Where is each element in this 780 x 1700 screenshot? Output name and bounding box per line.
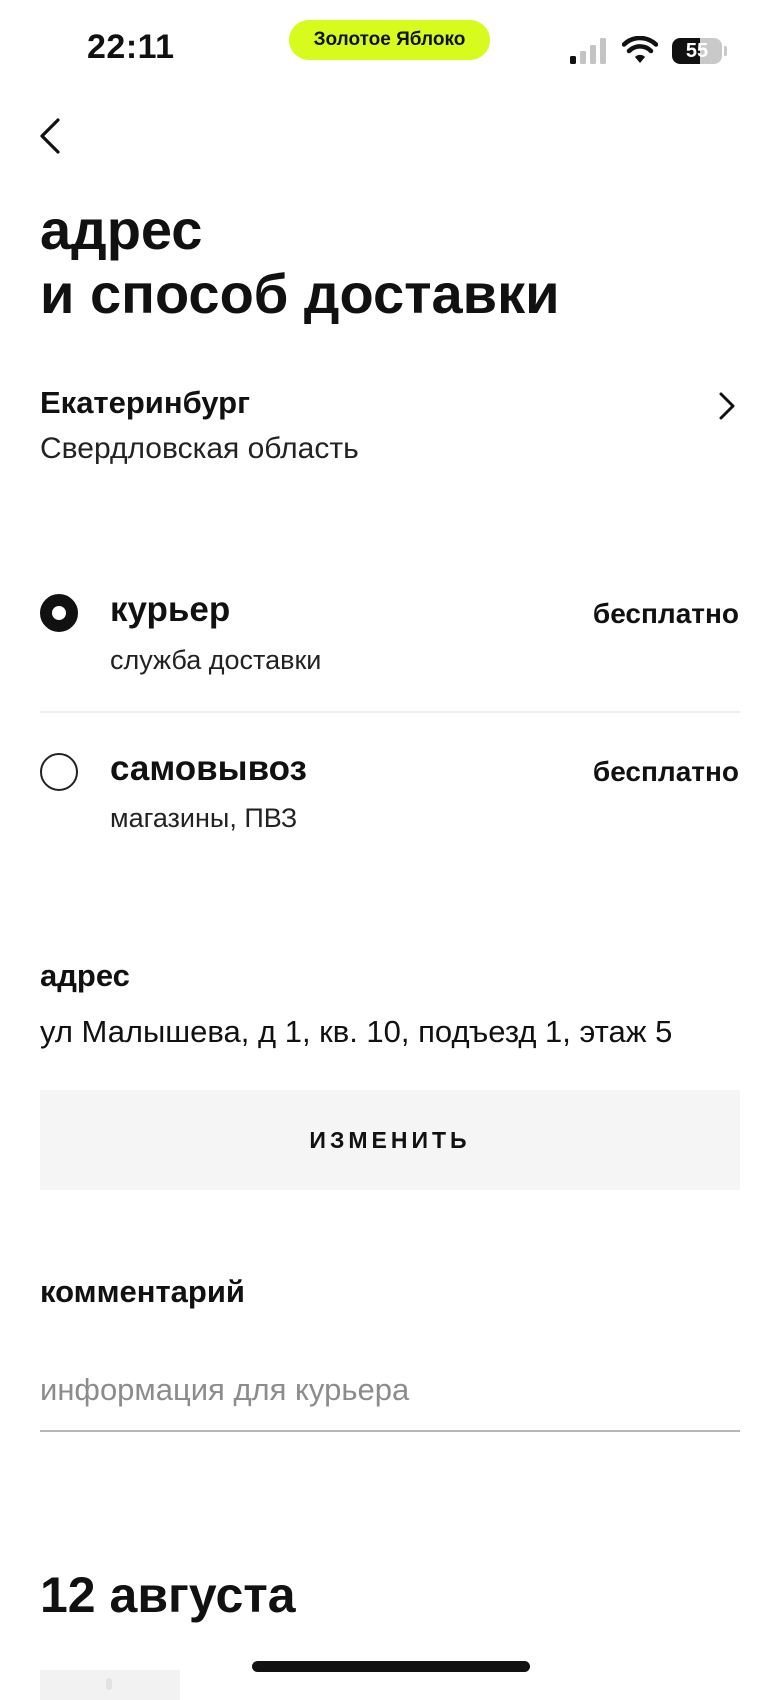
address-value: ул Малышева, д 1, кв. 10, подъезд 1, эта… bbox=[40, 1014, 673, 1049]
region-name: Свердловская область bbox=[40, 432, 359, 465]
app-name-pill[interactable]: Золотое Яблоко bbox=[289, 20, 490, 60]
pickup-radio[interactable] bbox=[40, 753, 78, 791]
page-title: адрес и способ доставки bbox=[40, 198, 560, 326]
courier-option-price: бесплатно bbox=[592, 598, 739, 629]
battery-icon: 55 bbox=[672, 38, 722, 64]
pickup-option-price: бесплатно bbox=[592, 756, 739, 787]
option-divider bbox=[40, 711, 740, 713]
product-thumbnail-shape bbox=[106, 1678, 112, 1690]
battery-level-text: 55 bbox=[685, 39, 709, 62]
courier-radio[interactable] bbox=[40, 594, 78, 632]
pickup-option-title[interactable]: самовывоз bbox=[110, 749, 307, 789]
page-title-line1: адрес bbox=[40, 198, 203, 261]
chevron-right-icon[interactable] bbox=[716, 390, 738, 422]
comment-label: комментарий bbox=[40, 1274, 245, 1309]
delivery-date-title: 12 августа bbox=[40, 1567, 296, 1623]
comment-input[interactable] bbox=[40, 1350, 740, 1432]
battery-cap bbox=[724, 46, 727, 56]
back-chevron-icon[interactable] bbox=[36, 114, 66, 158]
courier-option-subtitle: служба доставки bbox=[110, 645, 322, 675]
page-title-line2: и способ доставки bbox=[40, 262, 560, 325]
pickup-option-subtitle: магазины, ПВЗ bbox=[110, 803, 298, 833]
app-name-label: Золотое Яблоко bbox=[313, 29, 466, 50]
status-time: 22:11 bbox=[87, 28, 175, 66]
wifi-icon bbox=[622, 36, 658, 63]
signal-icon bbox=[570, 38, 606, 64]
address-label: адрес bbox=[40, 958, 130, 993]
home-indicator bbox=[252, 1661, 530, 1672]
city-name[interactable]: Екатеринбург bbox=[40, 385, 250, 421]
courier-option-title[interactable]: курьер bbox=[110, 590, 230, 630]
change-address-button[interactable]: ИЗМЕНИТЬ bbox=[40, 1090, 740, 1190]
